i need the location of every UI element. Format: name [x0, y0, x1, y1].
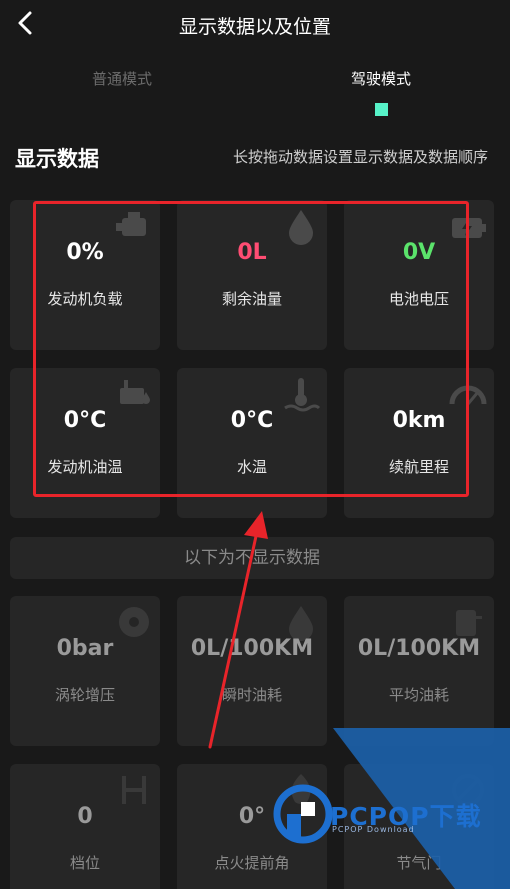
data-card-engine-oil-temp[interactable]: 0°C 发动机油温 [10, 368, 160, 518]
section-title: 显示数据 [15, 147, 99, 171]
card-value: 0°C [63, 408, 107, 433]
card-label: 电池电压 [388, 290, 449, 308]
card-label: 节气门 [396, 854, 442, 872]
tab-drive-mode[interactable]: 驾驶模式 [351, 68, 411, 89]
card-value: 0km [392, 408, 446, 433]
data-card-range[interactable]: 0km 续航里程 [344, 368, 494, 518]
card-value: 0° [238, 804, 266, 829]
card-label: 档位 [69, 854, 100, 872]
data-card-fuel-remaining[interactable]: 0L 剩余油量 [177, 200, 327, 350]
card-label: 续航里程 [388, 458, 449, 476]
card-label: 发动机负载 [47, 290, 123, 308]
card-value: 0V [402, 240, 436, 265]
data-card-battery-voltage[interactable]: 0V 电池电压 [344, 200, 494, 350]
card-value: 0L/100KM [357, 636, 481, 661]
card-label: 水温 [236, 458, 267, 476]
card-label: 平均油耗 [388, 686, 449, 704]
data-card-engine-load[interactable]: 0% 发动机负载 [10, 200, 160, 350]
card-value: 0L [237, 240, 267, 265]
card-value: 0 [77, 804, 93, 829]
mode-tabs: 普通模式 驾驶模式 [0, 60, 510, 120]
tab-normal-mode[interactable]: 普通模式 [92, 68, 152, 89]
section-hint: 长按拖动数据设置显示数据及数据顺序 [232, 148, 488, 166]
card-label: 剩余油量 [221, 290, 282, 308]
card-value: 0L/100KM [190, 636, 314, 661]
hidden-data-divider: 以下为不显示数据 [10, 537, 494, 579]
card-label: 瞬时油耗 [221, 686, 282, 704]
card-label: 点火提前角 [214, 854, 290, 872]
card-value: 0°C [230, 408, 274, 433]
card-label: 发动机油温 [47, 458, 123, 476]
page-title: 显示数据以及位置 [178, 16, 331, 38]
data-card-average-fuel[interactable]: 0L/100KM 平均油耗 [344, 596, 494, 746]
card-label: 涡轮增压 [54, 686, 115, 704]
data-card-ignition-advance[interactable]: 0° 点火提前角 [177, 764, 327, 889]
card-value: 0% [66, 240, 104, 265]
header-bar: 显示数据以及位置 [0, 0, 510, 48]
data-card-turbo-boost[interactable]: 0bar 涡轮增压 [10, 596, 160, 746]
data-card-water-temp[interactable]: 0°C 水温 [177, 368, 327, 518]
watermark-subtext: PCPOP Download [332, 825, 415, 834]
data-card-instant-fuel[interactable]: 0L/100KM 瞬时油耗 [177, 596, 327, 746]
card-value: 0bar [56, 636, 114, 661]
active-tab-indicator [375, 103, 388, 116]
data-card-gear[interactable]: 0 档位 [10, 764, 160, 889]
divider-label: 以下为不显示数据 [184, 548, 320, 568]
